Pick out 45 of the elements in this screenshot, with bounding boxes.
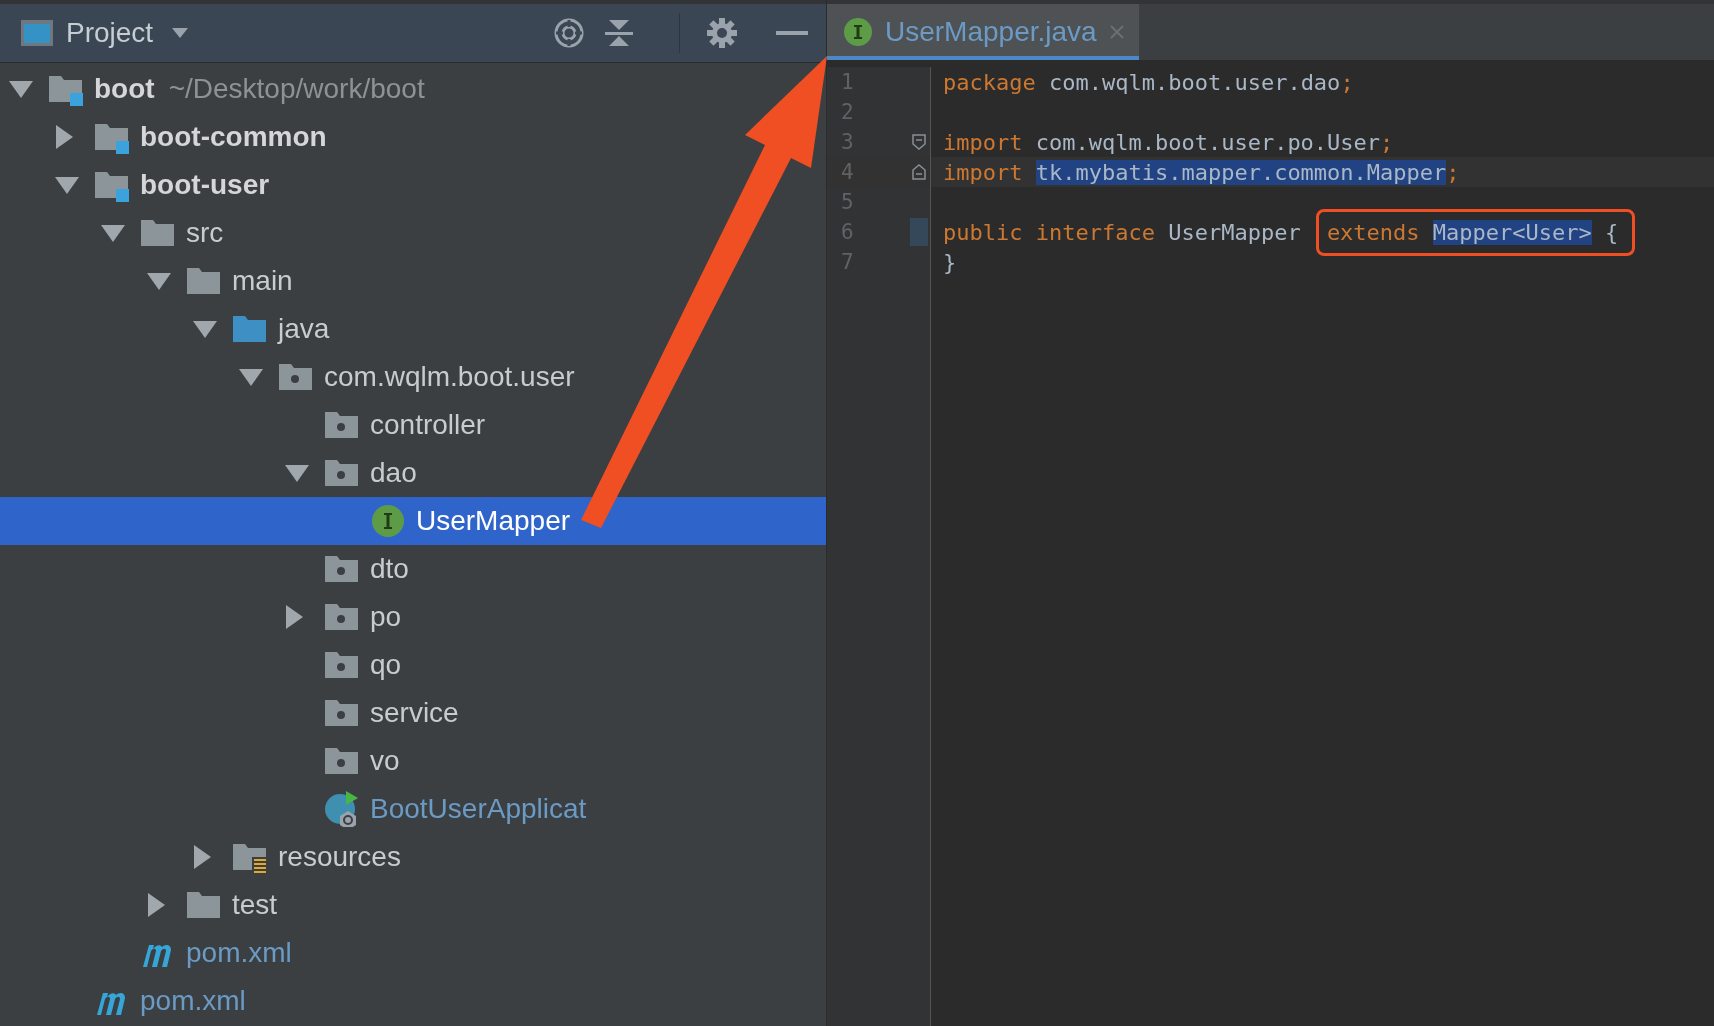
- window-icon: [20, 19, 54, 47]
- tree-item[interactable]: test: [0, 881, 826, 929]
- tree-item[interactable]: boot ~/Desktop/work/boot: [0, 65, 826, 113]
- interface-icon: [843, 17, 873, 47]
- tree-item[interactable]: boot-user: [0, 161, 826, 209]
- tree-item[interactable]: main: [0, 257, 826, 305]
- expanded-arrow-icon: [8, 79, 34, 99]
- expanded-arrow-icon: [146, 271, 172, 291]
- tree-item[interactable]: dao: [0, 449, 826, 497]
- tree-item[interactable]: dto: [0, 545, 826, 593]
- tree-item[interactable]: controller: [0, 401, 826, 449]
- callout-frame: extends Mapper<User> {: [1315, 208, 1636, 256]
- crosshair-icon[interactable]: [553, 17, 585, 49]
- expanded-arrow-icon: [284, 463, 310, 483]
- tree-item[interactable]: java: [0, 305, 826, 353]
- tree-item[interactable]: UserMapper: [0, 497, 826, 545]
- expanded-arrow-icon: [192, 319, 218, 339]
- tree-item[interactable]: boot-common: [0, 113, 826, 161]
- caret-icon[interactable]: [171, 27, 190, 39]
- tree-item[interactable]: src: [0, 209, 826, 257]
- tree-item[interactable]: qo: [0, 641, 826, 689]
- spring-class-icon: [324, 791, 360, 827]
- tree-item[interactable]: BootUserApplicat: [0, 785, 826, 833]
- settings-icon[interactable]: [706, 17, 738, 49]
- collapse-all-icon[interactable]: [603, 17, 635, 49]
- collapsed-arrow-icon: [54, 124, 74, 150]
- interface-icon: [370, 503, 406, 539]
- tree-item[interactable]: pom.xml: [0, 977, 826, 1025]
- tree-item[interactable]: po: [0, 593, 826, 641]
- minimize-icon[interactable]: [776, 30, 808, 36]
- code-line: }: [943, 249, 957, 275]
- tree-item[interactable]: com.wqlm.boot.user: [0, 353, 826, 401]
- panel-title[interactable]: Project: [66, 17, 154, 49]
- collapsed-arrow-icon: [146, 892, 166, 918]
- tree-item[interactable]: service: [0, 689, 826, 737]
- collapsed-arrow-icon: [284, 604, 304, 630]
- collapsed-arrow-icon: [192, 844, 212, 870]
- tree-item[interactable]: resources: [0, 833, 826, 881]
- code-line: import com.wqlm.boot.user.po.User;: [943, 129, 1394, 155]
- tree-item[interactable]: vo: [0, 737, 826, 785]
- expanded-arrow-icon: [54, 175, 80, 195]
- tree-item[interactable]: pom.xml: [0, 929, 826, 977]
- expanded-arrow-icon: [100, 223, 126, 243]
- expanded-arrow-icon: [238, 367, 264, 387]
- code-line: package com.wqlm.boot.user.dao;: [943, 69, 1354, 95]
